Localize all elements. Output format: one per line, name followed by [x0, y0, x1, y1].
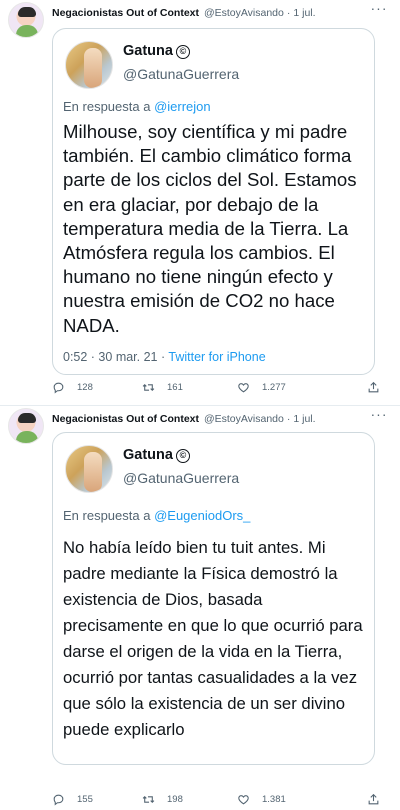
share-button[interactable]	[367, 381, 380, 394]
account-handle[interactable]: @EstoyAvisando	[204, 413, 284, 425]
separator-dot: ·	[286, 7, 291, 19]
tweet-1[interactable]: Negacionistas Out of Context @EstoyAvisa…	[0, 0, 400, 405]
quoted-avatar[interactable]	[65, 41, 113, 89]
retweet-button[interactable]: 198	[142, 793, 183, 806]
copyright-icon: ©	[175, 45, 190, 59]
reply-to-link[interactable]: @ierrejon	[154, 99, 211, 114]
tweet-meta: 0:52 · 30 mar. 21 · Twitter for iPhone	[63, 350, 266, 364]
like-icon	[238, 795, 249, 805]
reply-count: 128	[77, 382, 93, 393]
retweet-count: 198	[167, 794, 183, 805]
tweet-time[interactable]: 0:52 · 30 mar. 21 ·	[63, 350, 168, 364]
separator-dot: ·	[286, 413, 291, 425]
share-icon	[368, 381, 379, 393]
retweet-icon	[142, 796, 155, 803]
quoted-handle[interactable]: @GatunaGuerrera	[123, 66, 239, 82]
retweet-count: 161	[167, 382, 183, 393]
reply-prefix: En respuesta a	[63, 99, 151, 114]
quoted-tweet[interactable]: Gatuna © @GatunaGuerrera En respuesta a @…	[52, 432, 375, 765]
share-icon	[368, 793, 379, 805]
tweet-header: Negacionistas Out of Context @EstoyAvisa…	[52, 6, 360, 20]
account-name[interactable]: Negacionistas Out of Context	[52, 7, 199, 19]
quoted-tweet[interactable]: Gatuna © @GatunaGuerrera En respuesta a @…	[52, 28, 375, 375]
tweet-2[interactable]: Negacionistas Out of Context @EstoyAvisa…	[0, 405, 400, 810]
reply-context: En respuesta a @ierrejon	[63, 99, 211, 114]
quoted-name[interactable]: Gatuna ©	[123, 43, 190, 59]
reply-icon	[53, 794, 64, 806]
reply-button[interactable]: 128	[52, 381, 93, 394]
quoted-text: No había leído bien tu tuit antes. Mi pa…	[63, 538, 363, 739]
tweet-date[interactable]: 1 jul.	[293, 413, 315, 425]
reply-button[interactable]: 155	[52, 793, 93, 806]
quoted-text: Milhouse, soy científica y mi padre tamb…	[63, 121, 357, 336]
reply-to-link[interactable]: @EugeniodOrs_	[154, 508, 250, 523]
like-count: 1.381	[262, 794, 286, 805]
quoted-avatar[interactable]	[65, 445, 113, 493]
action-bar: 155 198 1.381	[52, 793, 380, 810]
quoted-name[interactable]: Gatuna ©	[123, 447, 190, 463]
quoted-name-label: Gatuna	[123, 447, 173, 463]
account-name[interactable]: Negacionistas Out of Context	[52, 413, 199, 425]
more-icon[interactable]: ···	[368, 1, 390, 18]
avatar[interactable]	[8, 2, 44, 38]
reply-icon	[53, 382, 64, 394]
like-count: 1.277	[262, 382, 286, 393]
like-icon	[238, 383, 249, 393]
like-button[interactable]: 1.381	[237, 793, 286, 806]
reply-context: En respuesta a @EugeniodOrs_	[63, 508, 250, 523]
quoted-handle[interactable]: @GatunaGuerrera	[123, 470, 239, 486]
share-button[interactable]	[367, 793, 380, 806]
reply-prefix: En respuesta a	[63, 508, 151, 523]
action-bar: 128 161 1.277	[52, 381, 380, 399]
tweet-date[interactable]: 1 jul.	[293, 7, 315, 19]
copyright-icon: ©	[175, 449, 190, 463]
like-button[interactable]: 1.277	[237, 381, 286, 394]
account-handle[interactable]: @EstoyAvisando	[204, 7, 284, 19]
reply-count: 155	[77, 794, 93, 805]
retweet-button[interactable]: 161	[142, 381, 183, 394]
quoted-name-label: Gatuna	[123, 43, 173, 59]
more-icon[interactable]: ···	[368, 407, 390, 424]
tweet-source[interactable]: Twitter for iPhone	[168, 350, 265, 364]
retweet-icon	[142, 384, 155, 391]
tweet-header: Negacionistas Out of Context @EstoyAvisa…	[52, 412, 360, 426]
avatar[interactable]	[8, 408, 44, 444]
